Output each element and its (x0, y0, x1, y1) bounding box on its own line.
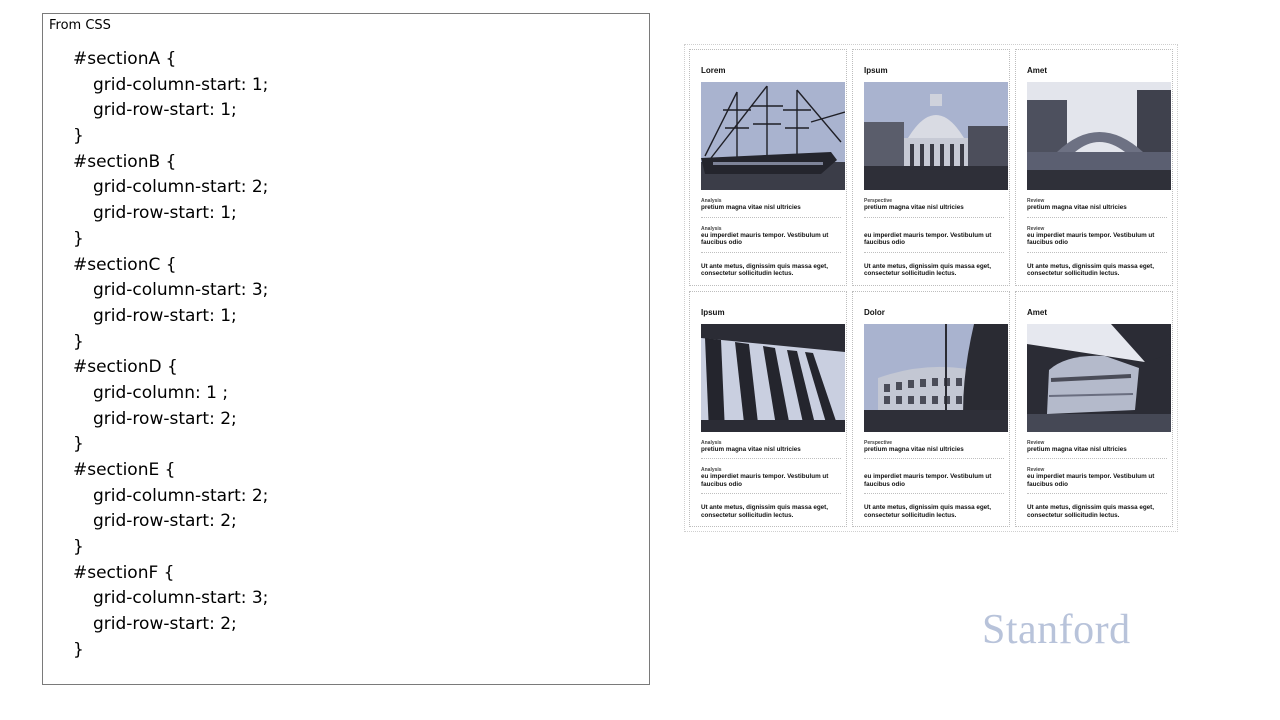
code-line: grid-column-start: 3; (93, 280, 269, 301)
card-section: Ut ante metus, dignissim quis massa eget… (1027, 504, 1164, 519)
section-text: eu imperdiet mauris tempor. Vestibulum u… (1027, 473, 1155, 488)
divider (864, 216, 1004, 218)
code-line: } (73, 126, 84, 147)
card-section: Review eu imperdiet mauris tempor. Vesti… (1027, 467, 1167, 494)
section-text: pretium magna vitae nisl ultricies (864, 445, 964, 453)
section-text: eu imperdiet mauris tempor. Vestibulum u… (701, 231, 829, 247)
divider (1027, 216, 1167, 218)
grid-card-section-d: Ipsum Analysis pretium magna vitae nisl … (689, 290, 847, 527)
section-text: pretium magna vitae nisl ultricies (1027, 204, 1127, 211)
section-text: Ut ante metus, dignissim quis massa eget… (1027, 504, 1155, 519)
divider (701, 458, 841, 459)
bridge-photo (1027, 82, 1171, 190)
card-section: Analysis pretium magna vitae nisl ultric… (701, 198, 841, 218)
card-title: Amet (1027, 307, 1048, 317)
card-section: Review pretium magna vitae nisl ultricie… (1027, 198, 1167, 218)
card-section: Ut ante metus, dignissim quis massa eget… (864, 504, 1001, 519)
grid-card-section-b: Ipsum Perspective pretium magna vitae ni… (852, 49, 1010, 286)
code-line: grid-column-start: 3; (93, 588, 269, 609)
code-line: } (73, 331, 84, 352)
divider (1027, 458, 1167, 459)
card-section: eu imperdiet mauris tempor. Vestibulum u… (864, 467, 1004, 494)
colosseum-photo (864, 323, 1008, 432)
divider (701, 251, 841, 253)
section-text: pretium magna vitae nisl ultricies (864, 204, 964, 211)
section-text: eu imperdiet mauris tempor. Vestibulum u… (701, 473, 829, 488)
divider (1027, 493, 1167, 494)
section-text: Ut ante metus, dignissim quis massa eget… (864, 504, 992, 519)
section-text: eu imperdiet mauris tempor. Vestibulum u… (1027, 231, 1155, 247)
section-text: eu imperdiet mauris tempor. Vestibulum u… (864, 231, 992, 247)
code-line: grid-row-start: 2; (93, 614, 237, 635)
section-text: Ut ante metus, dignissim quis massa eget… (864, 262, 992, 278)
ship-photo (701, 82, 845, 190)
code-line: grid-column-start: 2; (93, 485, 269, 506)
columns-photo (701, 323, 845, 432)
code-line: grid-row-start: 1; (93, 203, 237, 224)
grid-card-section-e: Dolor Perspective pretium magna vitae ni… (852, 290, 1010, 527)
code-line: } (73, 228, 84, 249)
code-line: #sectionA { (73, 49, 177, 69)
section-text: Ut ante metus, dignissim quis massa eget… (701, 262, 829, 278)
code-lines: #sectionA { grid-column-start: 1; grid-r… (73, 47, 268, 664)
section-text: pretium magna vitae nisl ultricies (1027, 445, 1127, 453)
card-title: Amet (1027, 66, 1048, 75)
code-line: #sectionB { (73, 151, 177, 172)
code-line: #sectionD { (73, 357, 178, 378)
code-line: grid-column-start: 1; (93, 74, 269, 95)
grid-card-section-c: Amet Review pretium magna vitae nisl ult… (1015, 49, 1173, 286)
card-section: Perspective pretium magna vitae nisl ult… (864, 440, 1004, 459)
card-title: Dolor (864, 307, 885, 317)
grid-layout-preview: Lorem Analysis pretium magna vitae nisl … (684, 44, 1178, 532)
card-section: Review pretium magna vitae nisl ultricie… (1027, 440, 1167, 459)
divider (864, 458, 1004, 459)
grid-card-section-a: Lorem Analysis pretium magna vitae nisl … (689, 49, 847, 286)
divider (864, 493, 1004, 494)
card-section: Review eu imperdiet mauris tempor. Vesti… (1027, 226, 1167, 253)
card-section: Ut ante metus, dignissim quis massa eget… (1027, 263, 1164, 278)
code-line: grid-column: 1 ; (93, 382, 229, 403)
section-text: Ut ante metus, dignissim quis massa eget… (701, 504, 829, 519)
divider (1027, 251, 1167, 253)
section-text: Ut ante metus, dignissim quis massa eget… (1027, 262, 1155, 278)
card-section: Perspective pretium magna vitae nisl ult… (864, 198, 1004, 218)
domed-church-photo (864, 82, 1008, 190)
card-section: Analysis eu imperdiet mauris tempor. Ves… (701, 226, 841, 253)
card-section: Ut ante metus, dignissim quis massa eget… (864, 263, 1001, 278)
train-photo (1027, 323, 1171, 432)
css-code-panel: From CSS #sectionA { grid-column-start: … (42, 13, 650, 685)
code-panel-title: From CSS (49, 18, 111, 33)
section-text: eu imperdiet mauris tempor. Vestibulum u… (864, 473, 992, 488)
code-line: grid-row-start: 2; (93, 408, 237, 429)
divider (701, 493, 841, 494)
code-line: } (73, 434, 84, 455)
card-title: Ipsum (701, 307, 725, 317)
card-title: Ipsum (864, 66, 888, 75)
code-line: grid-row-start: 2; (93, 511, 237, 532)
code-line: } (73, 639, 84, 660)
code-line: #sectionE { (73, 460, 176, 480)
card-section: Ut ante metus, dignissim quis massa eget… (701, 263, 838, 278)
stanford-logo: Stanford (982, 607, 1131, 653)
section-text: pretium magna vitae nisl ultricies (701, 445, 801, 453)
card-section: Analysis eu imperdiet mauris tempor. Ves… (701, 467, 841, 494)
card-section: eu imperdiet mauris tempor. Vestibulum u… (864, 226, 1004, 253)
grid-card-section-f: Amet Review pretium magna vitae nisl ult… (1015, 290, 1173, 527)
code-line: grid-row-start: 1; (93, 305, 237, 326)
section-text: pretium magna vitae nisl ultricies (701, 204, 801, 211)
card-section: Analysis pretium magna vitae nisl ultric… (701, 440, 841, 459)
code-line: #sectionC { (73, 254, 177, 275)
divider (701, 216, 841, 218)
divider (864, 251, 1004, 253)
card-section: Ut ante metus, dignissim quis massa eget… (701, 504, 838, 519)
code-line: } (73, 537, 84, 558)
code-line: grid-column-start: 2; (93, 177, 269, 198)
code-line: #sectionF { (73, 562, 175, 583)
card-title: Lorem (701, 66, 726, 75)
code-line: grid-row-start: 1; (93, 100, 237, 121)
